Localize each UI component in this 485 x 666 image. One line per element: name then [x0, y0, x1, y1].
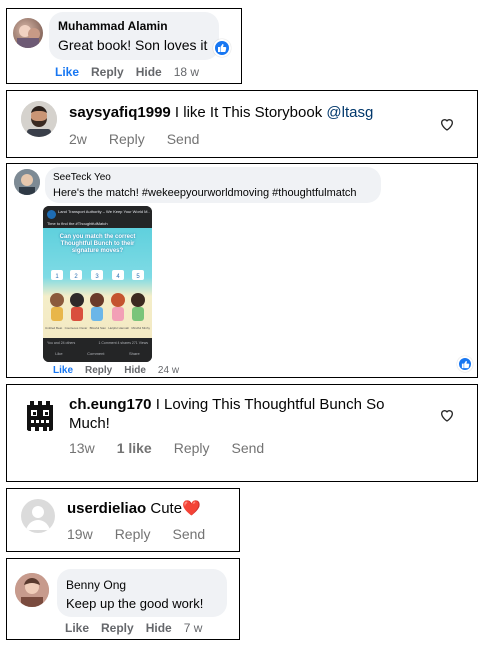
comment-timestamp[interactable]: 18 w: [174, 65, 199, 79]
comment-bubble: SeeTeck Yeo Here's the match! #wekeepyou…: [45, 167, 381, 203]
hide-button[interactable]: Hide: [146, 621, 172, 635]
comment-actions: Like Reply Hide 18 w: [55, 65, 211, 79]
comment-card-6: Benny Ong Keep up the good work! Like Re…: [6, 558, 240, 640]
post-org-name: Land Transport Authority – We Keep Your …: [58, 209, 150, 214]
post-caption: Time to find the #ThoughtfulMatch: [47, 221, 108, 226]
like-button[interactable]: Like: [53, 365, 73, 376]
character-name: Mindful Minhy: [131, 326, 150, 330]
comment-bubble: Benny Ong Keep up the good work!: [57, 569, 227, 617]
comment-author[interactable]: SeeTeck Yeo: [53, 172, 111, 183]
comment-line: ch.eung170 I Loving This Thoughtful Bunc…: [69, 395, 409, 433]
reply-button[interactable]: Reply: [174, 440, 210, 456]
comment-timestamp[interactable]: 13w: [69, 440, 95, 456]
comment-timestamp[interactable]: 7 w: [184, 621, 203, 635]
post-action-bar: Like Comment Share: [43, 351, 152, 356]
post-stats: 1 Comment 4 shares 271 Views: [98, 341, 148, 345]
character-name: Blissful Sian: [89, 326, 106, 330]
reply-button[interactable]: Reply: [85, 365, 112, 376]
comment-timestamp[interactable]: 19w: [67, 526, 93, 542]
characters-illustration-icon: 1 2 3 4 5: [50, 270, 145, 321]
avatar[interactable]: [14, 169, 40, 195]
reply-button[interactable]: Reply: [115, 526, 151, 542]
comment-card-2: saysyafiq1999 I like It This Storybook @…: [6, 90, 478, 158]
comment-actions: 2w Reply Send: [69, 131, 221, 147]
pixel-monster-avatar-icon: [27, 401, 53, 431]
comment-card-3: SeeTeck Yeo Here's the match! #wekeepyou…: [6, 163, 478, 378]
default-user-icon: [26, 506, 50, 530]
comment-text: I like It This Storybook: [174, 104, 323, 121]
heart-emoji: ❤️: [182, 500, 201, 517]
comment-actions: 13w 1 like Reply Send: [69, 440, 286, 456]
comment-card-1: Muhammad Alamin Great book! Son loves it…: [6, 8, 242, 84]
shared-post-image[interactable]: Land Transport Authority – We Keep Your …: [43, 206, 152, 362]
post-like-button: Like: [55, 351, 63, 356]
character-names: Untitled Beat Courteous Oscar Blissful S…: [45, 326, 150, 330]
comment-card-4: ch.eung170 I Loving This Thoughtful Bunc…: [6, 384, 478, 482]
comment-author[interactable]: Benny Ong: [66, 578, 126, 592]
post-share-button: Share: [129, 351, 140, 356]
likes-count[interactable]: 1 like: [117, 440, 152, 456]
avatar[interactable]: [21, 397, 59, 435]
hide-button[interactable]: Hide: [136, 65, 162, 79]
comment-line: userdieliao Cute❤️: [67, 499, 201, 517]
comment-author[interactable]: ch.eung170: [69, 396, 152, 413]
send-button[interactable]: Send: [167, 131, 200, 147]
comment-text: Keep up the good work!: [66, 596, 204, 611]
avatar-photo-icon: [15, 573, 49, 607]
avatar-photo-icon: [21, 101, 57, 137]
avatar[interactable]: [13, 18, 43, 48]
avatar-photo-icon: [14, 169, 40, 195]
avatar-photo-icon: [17, 25, 40, 48]
comment-author[interactable]: saysyafiq1999: [69, 104, 171, 121]
thumbs-up-icon: [218, 44, 227, 52]
send-button[interactable]: Send: [232, 440, 265, 456]
like-reaction-badge[interactable]: [213, 39, 231, 57]
comment-author[interactable]: userdieliao: [67, 500, 146, 517]
comment-card-5: userdieliao Cute❤️ 19w Reply Send: [6, 488, 240, 552]
comment-author[interactable]: Muhammad Alamin: [58, 19, 168, 33]
heart-icon[interactable]: [439, 116, 455, 132]
comment-actions: Like Reply Hide 7 w: [65, 621, 214, 635]
character-name: Helpful Hannah: [108, 326, 130, 330]
like-button[interactable]: Like: [65, 621, 89, 635]
comment-timestamp[interactable]: 2w: [69, 131, 87, 147]
post-footer: You and 24 others 1 Comment 4 shares 271…: [43, 338, 152, 362]
post-reactions-count: You and 24 others: [47, 341, 76, 345]
avatar[interactable]: [21, 101, 57, 137]
hide-button[interactable]: Hide: [124, 365, 146, 376]
thumbs-up-icon: [461, 360, 469, 368]
character-name: Untitled Beat: [45, 326, 63, 330]
mention-link[interactable]: @ltasg: [326, 104, 373, 121]
comment-actions: Like Reply Hide 24 w: [53, 365, 191, 376]
page-logo-icon: [47, 210, 56, 219]
avatar[interactable]: [21, 499, 55, 533]
character-name: Courteous Oscar: [64, 326, 88, 330]
comment-text: Here's the match! #wekeepyourworldmoving…: [53, 187, 357, 199]
post-comment-button: Comment: [87, 351, 105, 356]
comment-bubble: Muhammad Alamin Great book! Son loves it: [49, 12, 219, 60]
comment-text: Cute: [150, 500, 183, 517]
like-reaction-badge[interactable]: [457, 356, 473, 372]
reply-button[interactable]: Reply: [101, 621, 134, 635]
avatar[interactable]: [15, 573, 49, 607]
post-graphic: Can you match the correct Thoughtful Bun…: [43, 228, 152, 338]
post-header: Land Transport Authority – We Keep Your …: [43, 206, 152, 228]
comment-actions: 19w Reply Send: [67, 526, 227, 542]
comment-timestamp[interactable]: 24 w: [158, 365, 179, 376]
heart-icon[interactable]: [439, 407, 455, 423]
reply-button[interactable]: Reply: [109, 131, 145, 147]
like-button[interactable]: Like: [55, 65, 79, 79]
comment-text: Great book! Son loves it: [58, 37, 208, 53]
reply-button[interactable]: Reply: [91, 65, 124, 79]
comment-line: saysyafiq1999 I like It This Storybook @…: [69, 104, 373, 121]
send-button[interactable]: Send: [172, 526, 205, 542]
